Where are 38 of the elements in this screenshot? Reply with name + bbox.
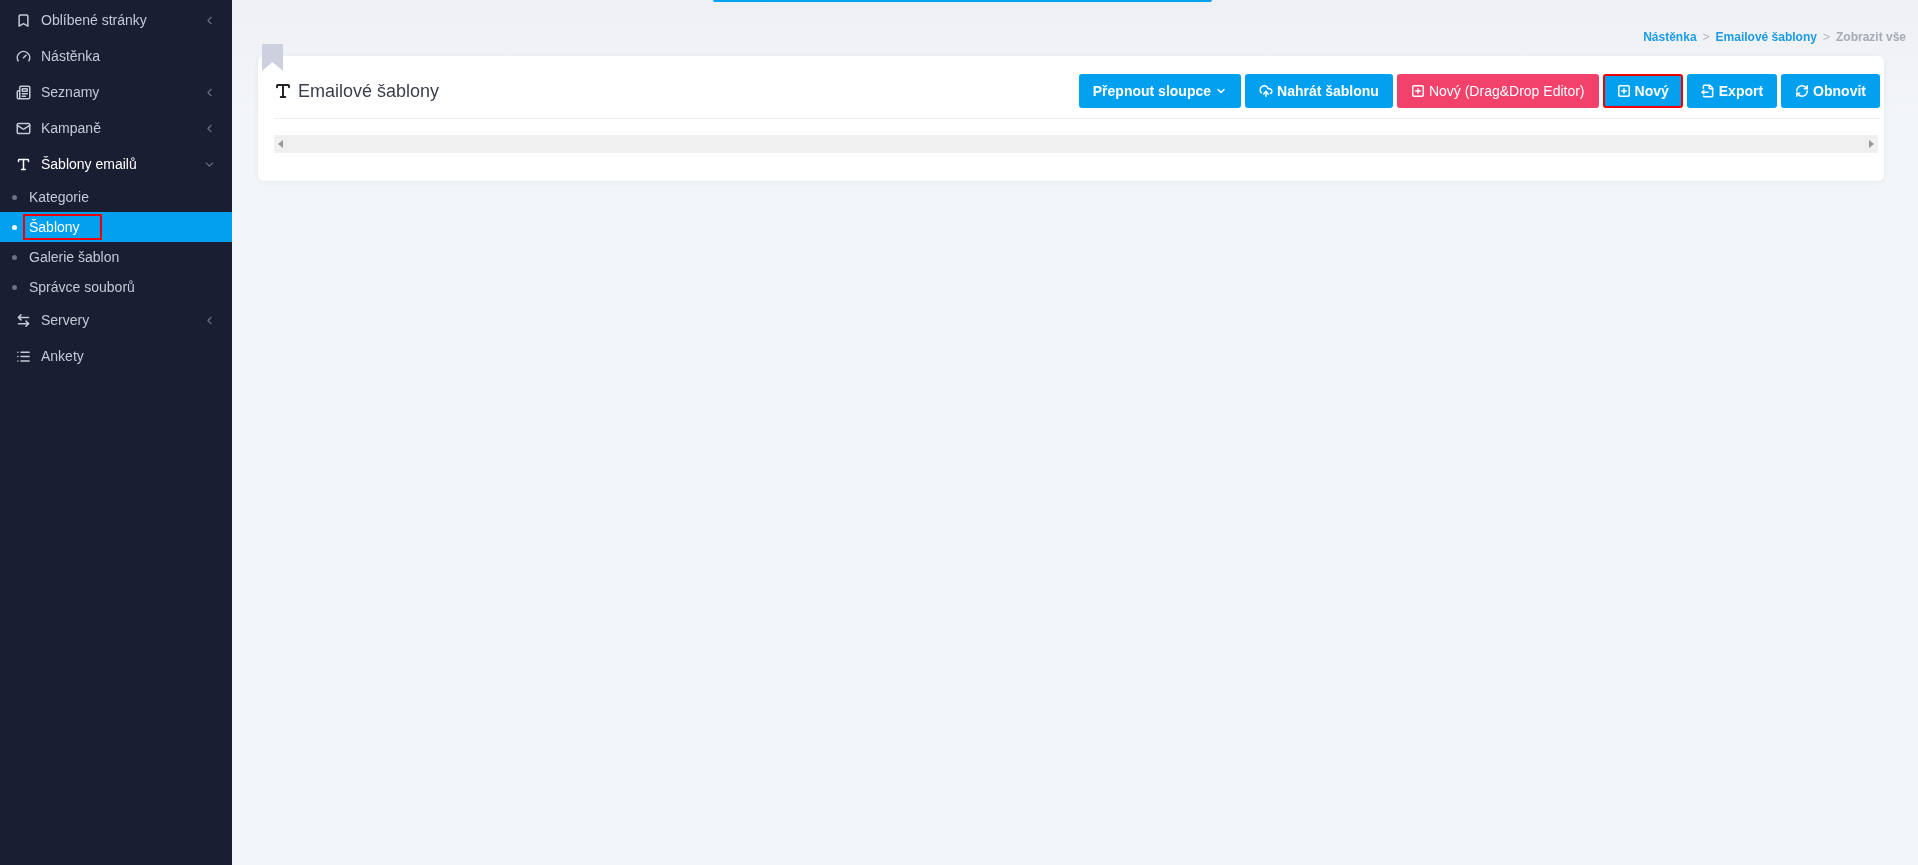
bullet-icon: [12, 224, 17, 230]
subitem-label: Galerie šablon: [28, 248, 121, 267]
sidebar-subitem[interactable]: Galerie šablon: [0, 242, 232, 272]
sidebar-subitem[interactable]: Kategorie: [0, 182, 232, 212]
bookmark-icon: [16, 12, 31, 28]
cloud-upload-icon: [1259, 84, 1273, 98]
envelope-icon: [16, 120, 31, 136]
plus-square-icon: [1410, 84, 1425, 98]
bookmark-ribbon-icon: [262, 44, 283, 71]
text-icon: [274, 82, 292, 100]
bullet-icon: [12, 194, 17, 200]
subitem-label: Kategorie: [28, 188, 90, 207]
breadcrumb-separator: >: [1702, 30, 1710, 46]
sidebar-item[interactable]: Servery: [0, 302, 232, 338]
subitem-label: Správce souborů: [28, 278, 136, 297]
sidebar-item[interactable]: Seznamy: [0, 74, 232, 110]
gauge-icon: [16, 48, 31, 64]
bullet-icon: [12, 254, 17, 260]
sidebar-subitem[interactable]: Správce souborů: [0, 272, 232, 302]
export-icon: [1700, 84, 1715, 98]
scroll-left-icon: [278, 140, 283, 148]
sidebar-item[interactable]: Ankety: [0, 338, 232, 374]
breadcrumb-separator: >: [1822, 30, 1830, 46]
card-title: Emailové šablony: [274, 80, 440, 102]
breadcrumb-item: Zobrazit vše: [1835, 30, 1906, 46]
toolbar-button[interactable]: Nový (Drag&Drop Editor): [1396, 74, 1599, 108]
horizontal-scrollbar[interactable]: [274, 135, 1878, 153]
sidebar-item[interactable]: Kampaně: [0, 110, 232, 146]
arrows-icon: [16, 312, 31, 328]
plus-square-icon: [1616, 84, 1631, 98]
sidebar-item[interactable]: Šablony emailů: [0, 146, 232, 182]
scroll-right-icon: [1869, 140, 1874, 148]
refresh-icon: [1795, 84, 1810, 98]
text-icon: [16, 156, 31, 172]
sidebar-item[interactable]: Nástěnka: [0, 38, 232, 74]
bullet-icon: [12, 284, 17, 290]
sidebar-item[interactable]: Oblíbené stránky: [0, 2, 232, 38]
subitem-label: Šablony: [23, 214, 102, 240]
